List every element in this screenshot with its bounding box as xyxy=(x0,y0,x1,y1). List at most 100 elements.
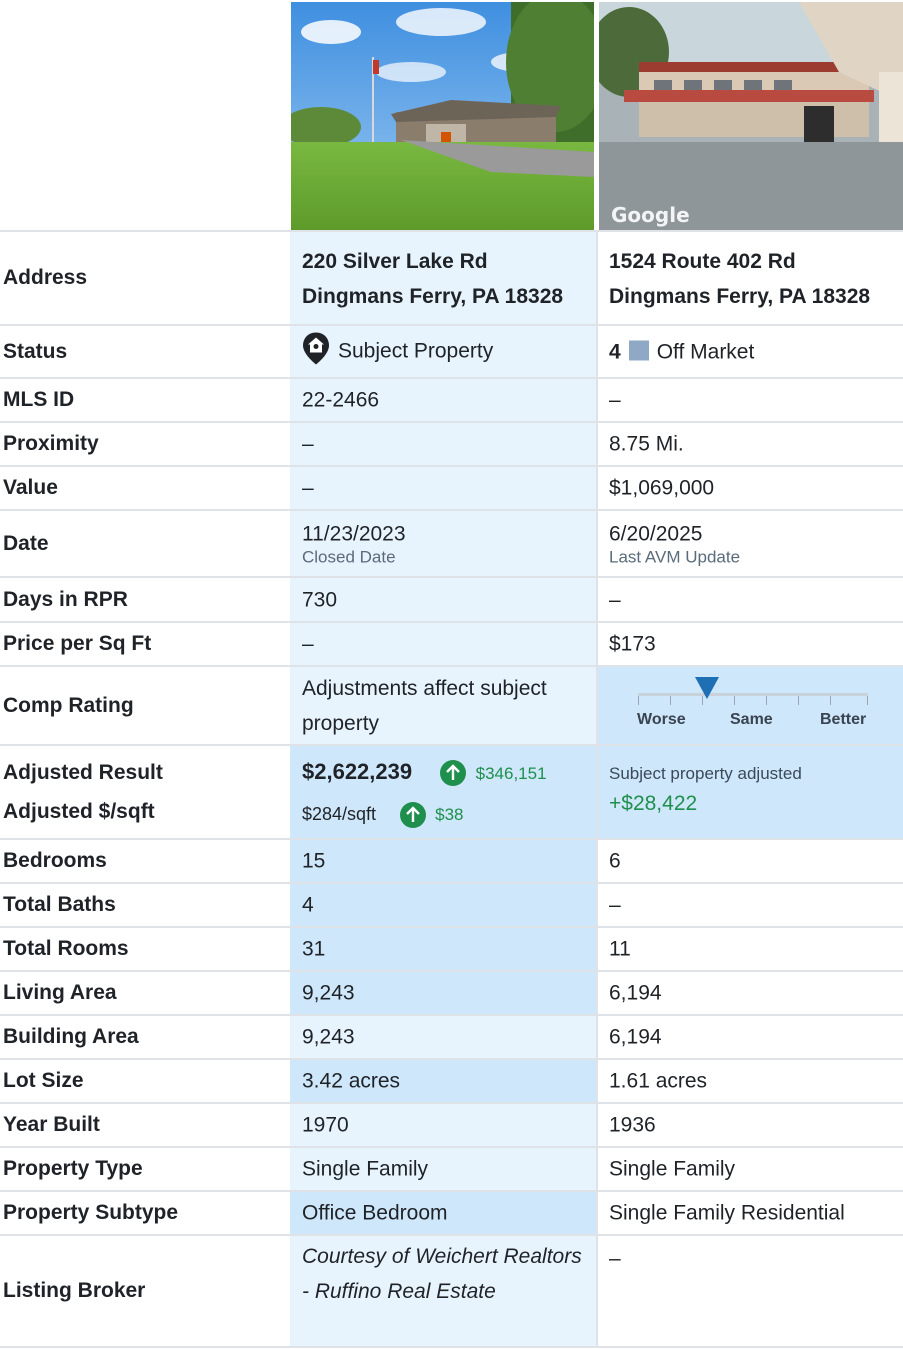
label-price-per-sqft: Price per Sq Ft xyxy=(3,632,152,655)
slider-tick xyxy=(766,696,767,705)
arrow-up-icon xyxy=(400,802,427,829)
comp-living-area: 6,194 xyxy=(609,981,662,1005)
google-watermark: Google xyxy=(611,203,690,227)
adjusted-result-change: $346,151 xyxy=(475,764,547,783)
adjusted-sqft-change: $38 xyxy=(435,805,464,824)
comp-number-badge: 4 xyxy=(609,340,621,363)
row-mls-id: MLS ID 22-2466 – xyxy=(0,377,903,421)
comp-rating-cell: Worse Same Better xyxy=(596,667,903,744)
label-property-type: Property Type xyxy=(3,1157,143,1180)
comp-property-photo[interactable]: Google xyxy=(599,2,903,231)
slider-tick xyxy=(638,696,639,705)
label-living-area: Living Area xyxy=(3,981,117,1004)
row-days-in-rpr: Days in RPR 730 – xyxy=(0,576,903,621)
row-property-type: Property Type Single Family Single Famil… xyxy=(0,1146,903,1190)
subject-proximity: – xyxy=(302,432,314,456)
subject-date-label: Closed Date xyxy=(302,547,396,566)
label-property-subtype: Property Subtype xyxy=(3,1201,179,1224)
subject-living-area: 9,243 xyxy=(302,981,355,1005)
subject-price-per-sqft: – xyxy=(302,632,314,656)
comp-address[interactable]: 1524 Route 402 Rd Dingmans Ferry, PA 183… xyxy=(609,244,895,314)
row-value: Value – $1,069,000 xyxy=(0,465,903,509)
row-building-area: Building Area 9,243 6,194 xyxy=(0,1014,903,1058)
row-lot-size: Lot Size 3.42 acres 1.61 acres xyxy=(0,1058,903,1102)
slider-tick xyxy=(867,696,868,705)
subject-lot-size: 3.42 acres xyxy=(302,1069,401,1093)
comp-listing-broker: – xyxy=(609,1247,621,1270)
label-adjusted-result: Adjusted Result xyxy=(3,761,163,784)
label-bedrooms: Bedrooms xyxy=(3,849,107,872)
off-market-marker-icon xyxy=(628,340,649,361)
subject-property-subtype: Office Bedroom xyxy=(302,1201,448,1225)
subject-date: 11/23/2023 Closed Date xyxy=(302,520,588,567)
subject-days-in-rpr: 730 xyxy=(302,588,338,611)
row-total-baths: Total Baths 4 – xyxy=(0,882,903,926)
row-comp-rating: Comp Rating Adjustments affect subject p… xyxy=(0,665,903,744)
row-status: Status Subject Property 4 Off Market xyxy=(0,324,903,377)
subject-status-text: Subject Property xyxy=(338,339,494,363)
subject-address-line1[interactable]: 220 Silver Lake Rd xyxy=(302,244,588,279)
comp-address-line1[interactable]: 1524 Route 402 Rd xyxy=(609,244,895,279)
label-year-built: Year Built xyxy=(3,1113,100,1136)
comp-days-in-rpr: – xyxy=(609,588,621,611)
subject-comp-rating-note: Adjustments affect subject property xyxy=(302,676,547,735)
row-year-built: Year Built 1970 1936 xyxy=(0,1102,903,1146)
label-mls-id: MLS ID xyxy=(3,388,75,411)
comp-address-line2[interactable]: Dingmans Ferry, PA 18328 xyxy=(609,279,895,314)
row-living-area: Living Area 9,243 6,194 xyxy=(0,970,903,1014)
comp-lot-size: 1.61 acres xyxy=(609,1069,708,1093)
subject-total-rooms: 31 xyxy=(302,937,326,961)
label-listing-broker: Listing Broker xyxy=(3,1279,146,1302)
label-total-rooms: Total Rooms xyxy=(3,937,129,960)
row-total-rooms: Total Rooms 31 11 xyxy=(0,926,903,970)
label-days-in-rpr: Days in RPR xyxy=(3,587,128,611)
comp-proximity: 8.75 Mi. xyxy=(609,432,684,456)
comp-status-text: Off Market xyxy=(656,340,755,363)
slider-tick xyxy=(798,696,799,705)
label-value: Value xyxy=(3,476,58,499)
subject-building-area: 9,243 xyxy=(302,1025,355,1049)
subject-address[interactable]: 220 Silver Lake Rd Dingmans Ferry, PA 18… xyxy=(302,244,588,314)
subject-property-type: Single Family xyxy=(302,1157,429,1181)
subject-year-built: 1970 xyxy=(302,1113,349,1137)
subject-address-line2[interactable]: Dingmans Ferry, PA 18328 xyxy=(302,279,588,314)
rating-same-label: Same xyxy=(730,711,773,728)
row-proximity: Proximity – 8.75 Mi. xyxy=(0,421,903,465)
subject-date-value: 11/23/2023 xyxy=(302,522,406,545)
comp-building-area: 6,194 xyxy=(609,1025,662,1049)
comp-property-subtype: Single Family Residential xyxy=(609,1201,845,1225)
row-property-subtype: Property Subtype Office Bedroom Single F… xyxy=(0,1190,903,1234)
comp-adjusted-amount: +$28,422 xyxy=(609,792,698,815)
comp-year-built: 1936 xyxy=(609,1113,656,1137)
comp-adjustment: Subject property adjusted +$28,422 xyxy=(609,764,895,817)
label-total-baths: Total Baths xyxy=(3,893,116,916)
rating-worse-label: Worse xyxy=(637,711,686,728)
adjusted-result-value: $2,622,239 xyxy=(302,759,413,784)
subject-adjusted-result: $2,622,239 $346,151 xyxy=(302,758,588,787)
subject-mls-id: 22-2466 xyxy=(302,388,380,412)
subject-property-photo[interactable] xyxy=(291,2,594,231)
row-price-per-sqft: Price per Sq Ft – $173 xyxy=(0,621,903,665)
comp-bedrooms: 6 xyxy=(609,849,621,873)
rating-better-label: Better xyxy=(820,711,867,728)
comp-date-label: Last AVM Update xyxy=(609,547,741,566)
row-listing-broker: Listing Broker Courtesy of Weichert Real… xyxy=(0,1234,903,1348)
label-building-area: Building Area xyxy=(3,1025,139,1048)
slider-tick xyxy=(830,696,831,705)
subject-value: – xyxy=(302,476,314,500)
slider-tick xyxy=(734,696,735,705)
comp-price-per-sqft: $173 xyxy=(609,632,656,656)
row-adjusted-result: Adjusted Result Adjusted $/sqft $2,622,2… xyxy=(0,744,903,838)
comp-date: 6/20/2025 Last AVM Update xyxy=(609,520,895,567)
subject-pin-icon xyxy=(302,331,330,372)
comp-rating-slider[interactable] xyxy=(638,677,868,705)
label-address: Address xyxy=(3,266,88,289)
label-date: Date xyxy=(3,531,49,555)
comp-rating-thumb-icon[interactable] xyxy=(695,677,719,699)
comp-date-value: 6/20/2025 xyxy=(609,522,703,545)
comp-adjusted-note: Subject property adjusted xyxy=(609,764,802,783)
slider-tick xyxy=(670,696,671,705)
label-lot-size: Lot Size xyxy=(3,1069,84,1092)
arrow-up-icon xyxy=(439,760,466,787)
comp-mls-id: – xyxy=(609,388,621,412)
